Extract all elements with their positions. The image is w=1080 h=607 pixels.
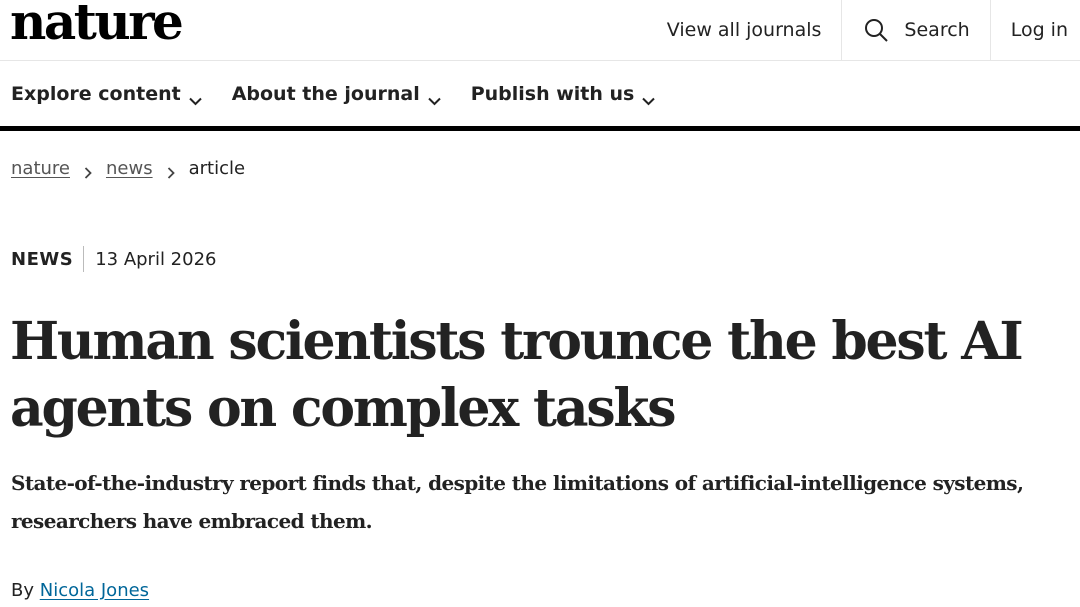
article-title: Human scientists trounce the best AI age… <box>10 311 1024 439</box>
search-label: Search <box>904 19 970 41</box>
site-header: nature View all journals Search Log in <box>0 0 1080 61</box>
nav-item-label: About the journal <box>231 82 420 105</box>
site-logo[interactable]: nature <box>10 0 184 52</box>
chevron-right-icon <box>84 163 92 179</box>
nav-item-about-the-journal[interactable]: About the journal <box>231 82 441 106</box>
article-type: NEWS <box>11 248 74 270</box>
chevron-down-icon <box>642 89 656 106</box>
breadcrumb-current: article <box>188 158 246 179</box>
login-link[interactable]: Log in <box>991 0 1080 60</box>
byline: By Nicola Jones <box>11 580 149 601</box>
search-icon <box>864 18 889 42</box>
header-links: View all journals Search Log in <box>667 0 1080 60</box>
byline-prefix: By <box>11 580 35 601</box>
article-meta: NEWS 13 April 2026 <box>11 246 217 272</box>
author-link[interactable]: Nicola Jones <box>40 580 149 601</box>
chevron-down-icon <box>428 89 441 106</box>
nav-item-publish-with-us[interactable]: Publish with us <box>470 82 656 106</box>
login-label: Log in <box>1010 19 1068 41</box>
main-nav: Explore content About the journal Publis… <box>0 61 1080 131</box>
publication-date: 13 April 2026 <box>95 248 217 270</box>
view-all-journals-label: View all journals <box>666 19 822 41</box>
search-button[interactable]: Search <box>842 0 991 60</box>
breadcrumb-link-nature[interactable]: nature <box>11 158 70 179</box>
view-all-journals-link[interactable]: View all journals <box>667 0 843 60</box>
breadcrumb-link-news[interactable]: news <box>106 158 153 179</box>
nav-item-label: Explore content <box>11 82 181 105</box>
article-standfirst: State-of-the-industry report finds that,… <box>11 471 1024 533</box>
chevron-right-icon <box>167 163 175 179</box>
nav-item-explore-content[interactable]: Explore content <box>11 82 202 106</box>
meta-divider <box>83 246 85 272</box>
breadcrumb: nature news article <box>11 158 245 179</box>
nav-item-label: Publish with us <box>470 82 635 105</box>
chevron-down-icon <box>188 89 202 106</box>
